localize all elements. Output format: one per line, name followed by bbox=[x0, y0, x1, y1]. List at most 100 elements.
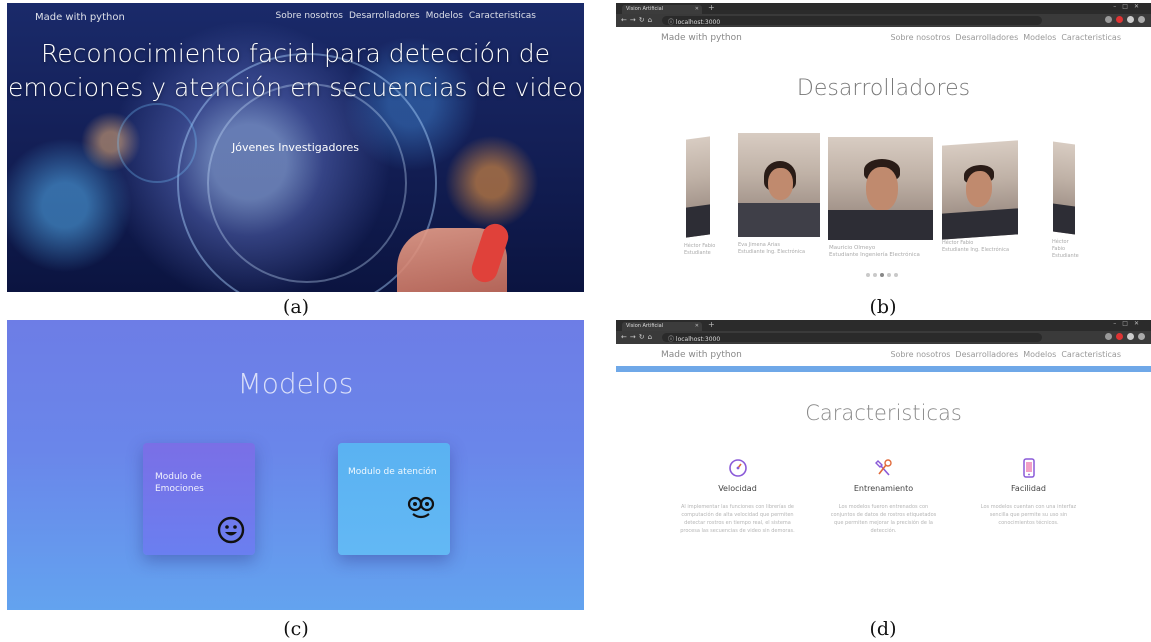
feature-title: Facilidad bbox=[1011, 484, 1046, 493]
browser-tab[interactable]: Vision Artificial ✕ bbox=[622, 5, 702, 14]
browser-tab-title: Vision Artificial bbox=[626, 323, 664, 329]
nav-link-developers[interactable]: Desarrolladores bbox=[955, 350, 1018, 359]
site-nav: Sobre nosotros Desarrolladores Modelos C… bbox=[890, 33, 1121, 42]
developer-caption: Eva Jimena Arias Estudiante Ing. Electró… bbox=[738, 242, 822, 256]
profile-icon[interactable] bbox=[1138, 333, 1145, 340]
address-url: localhost:3000 bbox=[675, 19, 721, 26]
extension-icon[interactable] bbox=[1127, 333, 1134, 340]
nav-link-developers[interactable]: Desarrolladores bbox=[955, 33, 1018, 42]
developer-role: Estudiante Ingeniería Electrónica bbox=[829, 252, 920, 258]
nav-link-features[interactable]: Caracteristicas bbox=[469, 11, 536, 21]
info-icon: ⓘ bbox=[668, 19, 676, 26]
hero-title: Reconocimiento facial para detección de … bbox=[7, 37, 584, 105]
site-brand[interactable]: Made with python bbox=[661, 350, 742, 360]
window-controls[interactable]: –□✕ bbox=[1113, 3, 1145, 10]
developer-photo bbox=[942, 140, 1018, 240]
site-header: Made with python Sobre nosotros Desarrol… bbox=[616, 344, 1151, 366]
developer-name: Héctor Fabio bbox=[684, 243, 716, 249]
brain-outline bbox=[207, 83, 407, 283]
developer-caption: Héctor Fabio Estudiante bbox=[1052, 239, 1082, 260]
nav-link-models[interactable]: Modelos bbox=[1023, 33, 1056, 42]
hero-title-line-2: emociones y atención en secuencias de vi… bbox=[8, 73, 583, 102]
developer-photo bbox=[686, 136, 710, 238]
feature-description: Los modelos fueron entrenados con conjun… bbox=[830, 504, 937, 534]
carousel-dot-active[interactable] bbox=[880, 273, 884, 277]
carousel-dot[interactable] bbox=[894, 273, 898, 277]
emotions-module-card[interactable]: Modulo de Emociones bbox=[143, 443, 255, 555]
developer-caption: Héctor Fabio Estudiante Ing. Electrónica bbox=[942, 240, 1022, 254]
hero-subtitle: Jóvenes Investigadores bbox=[231, 141, 360, 154]
hero-panel: Made with python Sobre nosotros Desarrol… bbox=[7, 3, 584, 292]
extension-icon[interactable] bbox=[1127, 16, 1134, 23]
window-controls[interactable]: –□✕ bbox=[1113, 320, 1145, 327]
caption-c: (c) bbox=[283, 618, 309, 640]
nav-link-features[interactable]: Caracteristicas bbox=[1061, 350, 1121, 359]
feature-title: Velocidad bbox=[718, 484, 757, 493]
nav-link-about[interactable]: Sobre nosotros bbox=[890, 33, 950, 42]
developer-name: Héctor Fabio bbox=[1052, 239, 1069, 252]
attention-module-card[interactable]: Modulo de atención bbox=[338, 443, 450, 555]
star-icon[interactable] bbox=[1105, 333, 1112, 340]
nav-link-features[interactable]: Caracteristicas bbox=[1061, 33, 1121, 42]
browser-toolbar: ←→↻⌂ ⓘ localhost:3000 bbox=[616, 331, 1151, 344]
site-header: Made with python Sobre nosotros Desarrol… bbox=[616, 27, 1151, 49]
section-heading: Caracteristicas bbox=[805, 401, 962, 425]
caption-a: (a) bbox=[282, 296, 310, 318]
nav-link-about[interactable]: Sobre nosotros bbox=[890, 350, 950, 359]
site-brand[interactable]: Made with python bbox=[35, 12, 125, 23]
info-icon: ⓘ bbox=[668, 336, 676, 343]
smiley-icon bbox=[217, 516, 245, 544]
feature-description: Los modelos cuentan con una interfaz sen… bbox=[980, 504, 1077, 526]
developer-name: Mauricio Olmeyo bbox=[829, 245, 876, 251]
feature-velocity: Velocidad Al implementar las funciones c… bbox=[680, 458, 795, 535]
section-heading: Desarrolladores bbox=[796, 76, 971, 101]
browser-nav-icons[interactable]: ←→↻⌂ bbox=[621, 16, 655, 24]
site-brand[interactable]: Made with python bbox=[661, 33, 742, 43]
close-tab-icon[interactable]: ✕ bbox=[695, 323, 699, 329]
glasses-face-icon bbox=[407, 496, 435, 519]
new-tab-icon[interactable]: + bbox=[708, 320, 715, 329]
address-bar[interactable]: ⓘ localhost:3000 bbox=[662, 16, 1042, 26]
nav-link-developers[interactable]: Desarrolladores bbox=[349, 11, 420, 21]
address-url: localhost:3000 bbox=[675, 336, 721, 343]
extension-icons bbox=[1105, 16, 1145, 23]
speedometer-icon bbox=[728, 459, 747, 477]
tools-icon bbox=[874, 459, 892, 476]
header-stripe bbox=[616, 366, 1151, 372]
developer-role: Estudiante bbox=[684, 250, 711, 256]
extension-icon[interactable] bbox=[1116, 333, 1123, 340]
nav-link-models[interactable]: Modelos bbox=[426, 11, 463, 21]
close-tab-icon[interactable]: ✕ bbox=[695, 6, 699, 12]
developer-photo bbox=[738, 133, 820, 237]
caption-b: (b) bbox=[869, 296, 897, 318]
developer-photo bbox=[828, 137, 933, 240]
nav-link-about[interactable]: Sobre nosotros bbox=[276, 11, 343, 21]
developer-photo bbox=[1053, 141, 1075, 235]
developer-role: Estudiante Ing. Electrónica bbox=[942, 247, 1010, 253]
browser-tab-strip: Vision Artificial ✕ + –□✕ bbox=[616, 3, 1151, 14]
carousel-pagination bbox=[866, 273, 898, 277]
star-icon[interactable] bbox=[1105, 16, 1112, 23]
new-tab-icon[interactable]: + bbox=[708, 3, 715, 12]
developer-role: Estudiante Ing. Electrónica bbox=[738, 249, 806, 255]
feature-ease: Facilidad Los modelos cuentan con una in… bbox=[971, 458, 1086, 527]
profile-icon[interactable] bbox=[1138, 16, 1145, 23]
carousel-dot[interactable] bbox=[873, 273, 877, 277]
mobile-icon bbox=[1022, 458, 1035, 478]
feature-title: Entrenamiento bbox=[853, 484, 914, 493]
address-bar[interactable]: ⓘ localhost:3000 bbox=[662, 333, 1042, 343]
browser-tab[interactable]: Vision Artificial ✕ bbox=[622, 322, 702, 331]
nav-link-models[interactable]: Modelos bbox=[1023, 350, 1056, 359]
browser-tab-title: Vision Artificial bbox=[626, 6, 664, 12]
feature-training: Entrenamiento Los modelos fueron entrena… bbox=[826, 458, 941, 535]
carousel-dot[interactable] bbox=[887, 273, 891, 277]
caption-d: (d) bbox=[869, 618, 897, 640]
extension-icon[interactable] bbox=[1116, 16, 1123, 23]
site-nav: Sobre nosotros Desarrolladores Modelos C… bbox=[276, 11, 536, 21]
browser-nav-icons[interactable]: ←→↻⌂ bbox=[621, 333, 655, 341]
developer-caption: Mauricio Olmeyo Estudiante Ingeniería El… bbox=[829, 245, 939, 259]
feature-description: Al implementar las funciones con librerí… bbox=[680, 504, 795, 534]
carousel-dot[interactable] bbox=[866, 273, 870, 277]
developer-name: Eva Jimena Arias bbox=[738, 242, 780, 248]
developer-role: Estudiante bbox=[1052, 253, 1079, 259]
